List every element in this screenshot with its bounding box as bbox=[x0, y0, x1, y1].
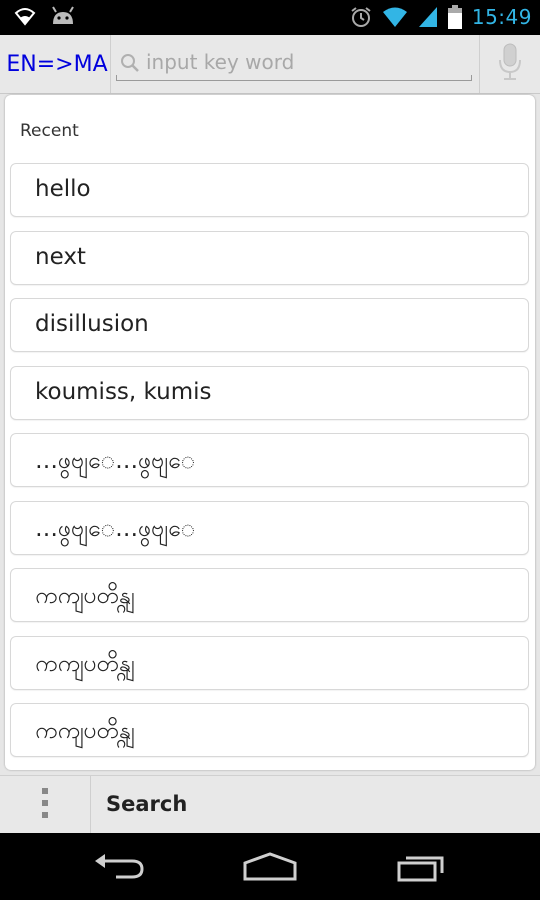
bottom-bar: Search bbox=[0, 775, 540, 834]
recent-panel: Recent hello next disillusion koumiss, k… bbox=[5, 95, 535, 770]
search-underline bbox=[116, 75, 472, 81]
status-time: 15:49 bbox=[471, 5, 532, 29]
cell-signal-icon bbox=[418, 6, 438, 28]
recent-heading: Recent bbox=[20, 121, 79, 141]
top-toolbar: EN=>MA bbox=[0, 35, 540, 94]
alarm-icon bbox=[350, 6, 372, 28]
search-icon bbox=[120, 53, 140, 77]
recent-item[interactable]: …ဖွ​ဗျ​ေ…ဖွ​ဗျ​ေ bbox=[10, 500, 529, 555]
overflow-menu-button[interactable] bbox=[0, 776, 91, 834]
language-toggle-button[interactable]: EN=>MA bbox=[4, 35, 111, 93]
recent-apps-icon[interactable] bbox=[396, 851, 448, 887]
recent-item[interactable]: ကကျ​ပတိန္ဂျ bbox=[10, 703, 529, 757]
search-box[interactable] bbox=[116, 43, 472, 85]
search-input[interactable] bbox=[146, 47, 466, 77]
recent-item[interactable]: ကကျ​ပတိန္ဂျ bbox=[10, 635, 529, 690]
voice-search-button[interactable] bbox=[479, 35, 540, 93]
navigation-bar bbox=[0, 833, 540, 900]
android-icon bbox=[50, 6, 76, 26]
wifi-signal-icon bbox=[382, 6, 408, 28]
recent-item-label: disillusion bbox=[35, 311, 149, 337]
back-icon[interactable] bbox=[92, 851, 146, 887]
microphone-icon bbox=[496, 42, 524, 86]
search-button[interactable]: Search bbox=[106, 792, 187, 816]
recent-item[interactable]: next bbox=[10, 230, 529, 285]
battery-icon bbox=[447, 5, 462, 29]
recent-item-label: hello bbox=[35, 176, 91, 202]
recent-item-label: next bbox=[35, 243, 86, 270]
recent-item-label: …ဖွ​ဗျ​ေ…ဖွ​ဗျ​ေ bbox=[35, 515, 196, 542]
recent-item-label: …ဖွ​ဗျ​ေ…ဖွ​ဗျ​ေ bbox=[35, 448, 196, 474]
recent-item[interactable]: koumiss, kumis bbox=[10, 365, 529, 420]
recent-list: hello next disillusion koumiss, kumis …ဖ… bbox=[10, 163, 529, 770]
recent-item[interactable]: hello bbox=[10, 163, 529, 217]
recent-item-label: ကကျ​ပတိန္ဂျ bbox=[35, 650, 135, 677]
status-bar: 15:49 bbox=[0, 0, 540, 35]
wifi-icon bbox=[14, 6, 36, 26]
recent-item-label: ကကျ​ပတိန္ဂျ bbox=[35, 583, 135, 609]
recent-item-label: koumiss, kumis bbox=[35, 378, 212, 405]
recent-item[interactable]: ကကျ​ပတိန္ဂျ bbox=[10, 568, 529, 622]
overflow-menu-icon bbox=[40, 786, 50, 824]
recent-item[interactable]: disillusion bbox=[10, 298, 529, 352]
recent-item[interactable]: …ဖွ​ဗျ​ေ…ဖွ​ဗျ​ေ bbox=[10, 433, 529, 487]
recent-item-label: ကကျ​ပတိန္ဂျ bbox=[35, 718, 135, 744]
home-icon[interactable] bbox=[242, 851, 298, 887]
